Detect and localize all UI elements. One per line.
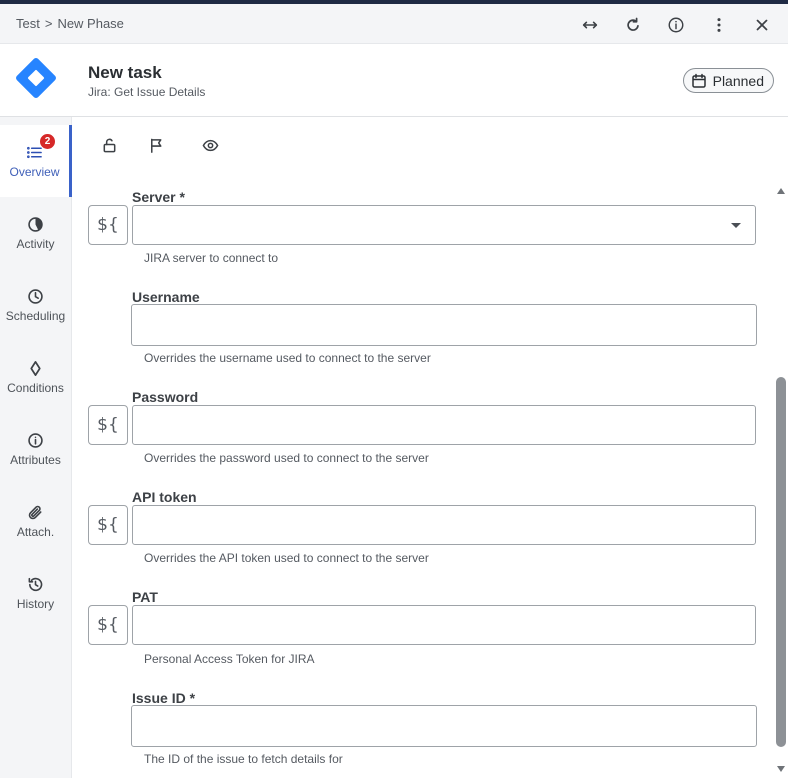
eye-icon — [202, 139, 218, 151]
password-variable-button[interactable]: ${ — [88, 405, 128, 445]
sidebar-item-label: Attach. — [16, 525, 55, 539]
sidebar-item-history[interactable]: History — [0, 557, 71, 629]
jira-logo-icon — [16, 58, 56, 98]
info-icon — [28, 432, 43, 448]
scroll-thumb[interactable] — [776, 377, 786, 747]
close-button[interactable] — [750, 13, 774, 37]
breadcrumb-item-phase[interactable]: New Phase — [57, 16, 123, 31]
breadcrumb-item-test[interactable]: Test — [16, 16, 40, 31]
horizontal-arrows-icon — [582, 21, 598, 29]
username-label: Username — [132, 289, 200, 305]
sidebar-item-conditions[interactable]: Conditions — [0, 341, 71, 413]
password-hint: Overrides the password used to connect t… — [144, 451, 429, 465]
sidebar-item-label: Scheduling — [5, 309, 66, 323]
calendar-icon — [691, 73, 706, 88]
pat-hint: Personal Access Token for JIRA — [144, 652, 315, 666]
username-hint: Overrides the username used to connect t… — [144, 351, 431, 365]
sidebar-item-label: Attributes — [10, 453, 61, 467]
sidebar-item-label: Conditions — [7, 381, 64, 395]
password-label: Password — [132, 389, 199, 405]
sidebar-item-label: History — [16, 597, 55, 611]
caret-down-icon — [731, 223, 741, 228]
server-label: Server * — [132, 189, 185, 205]
server-variable-button[interactable]: ${ — [88, 205, 128, 245]
refresh-icon — [627, 17, 639, 31]
api-token-label: API token — [132, 489, 197, 505]
sidebar-item-overview[interactable]: 2 Overview — [0, 125, 72, 197]
overview-count-badge: 2 — [40, 134, 55, 149]
info-button[interactable] — [664, 13, 688, 37]
sidebar-item-attachments[interactable]: Attach. — [0, 485, 71, 557]
pat-input[interactable] — [132, 605, 756, 645]
list-icon — [27, 146, 42, 158]
breadcrumb-separator: > — [44, 16, 53, 31]
task-toolstrip — [72, 117, 788, 173]
flag-icon — [150, 138, 162, 153]
paperclip-icon — [28, 505, 42, 519]
diamond-icon — [30, 360, 41, 376]
sidebar-item-attributes[interactable]: Attributes — [0, 413, 71, 485]
sidebar-item-scheduling[interactable]: Scheduling — [0, 269, 71, 341]
api-token-hint: Overrides the API token used to connect … — [144, 551, 429, 565]
status-badge[interactable]: Planned — [682, 68, 774, 93]
server-select[interactable] — [132, 205, 756, 245]
top-bar: Test > New Phase — [0, 4, 788, 44]
task-header: New task Jira: Get Issue Details Planned — [0, 44, 788, 117]
issue-id-hint: The ID of the issue to fetch details for — [144, 752, 343, 766]
scroll-down-arrow-icon[interactable] — [777, 766, 785, 772]
task-title[interactable]: New task — [88, 63, 162, 83]
status-label: Planned — [712, 72, 764, 89]
info-icon — [668, 17, 684, 33]
pat-variable-button[interactable]: ${ — [88, 605, 128, 645]
sidebar: 2 Overview Activity Scheduling Condition… — [0, 117, 72, 778]
expand-button[interactable] — [578, 13, 602, 37]
sidebar-item-label: Overview — [9, 165, 60, 179]
sidebar-item-activity[interactable]: Activity — [0, 197, 71, 269]
task-form: Server * ${ JIRA server to connect to Us… — [72, 173, 776, 778]
username-input[interactable] — [131, 304, 757, 346]
refresh-button[interactable] — [621, 13, 645, 37]
issue-id-label: Issue ID * — [132, 690, 196, 706]
api-token-input[interactable] — [132, 505, 756, 545]
scroll-up-arrow-icon[interactable] — [777, 188, 785, 194]
api-token-variable-button[interactable]: ${ — [88, 505, 128, 545]
lock-toggle-button[interactable] — [99, 135, 119, 155]
form-scrollbar[interactable] — [776, 185, 788, 778]
issue-id-input[interactable] — [131, 705, 757, 747]
vertical-dots-icon — [717, 18, 721, 32]
history-icon — [28, 577, 43, 591]
pie-icon — [28, 216, 43, 232]
server-hint: JIRA server to connect to — [144, 251, 279, 265]
flag-toggle-button[interactable] — [146, 135, 166, 155]
sidebar-item-label: Activity — [16, 237, 55, 251]
watch-toggle-button[interactable] — [200, 135, 220, 155]
password-input[interactable] — [132, 405, 756, 445]
breadcrumb: Test > New Phase — [16, 16, 124, 31]
close-icon — [756, 19, 768, 31]
unlock-icon — [103, 138, 115, 152]
more-button[interactable] — [707, 13, 731, 37]
task-subtitle: Jira: Get Issue Details — [88, 85, 206, 99]
clock-icon — [28, 288, 43, 304]
topbar-actions — [578, 13, 774, 37]
pat-label: PAT — [132, 589, 158, 605]
